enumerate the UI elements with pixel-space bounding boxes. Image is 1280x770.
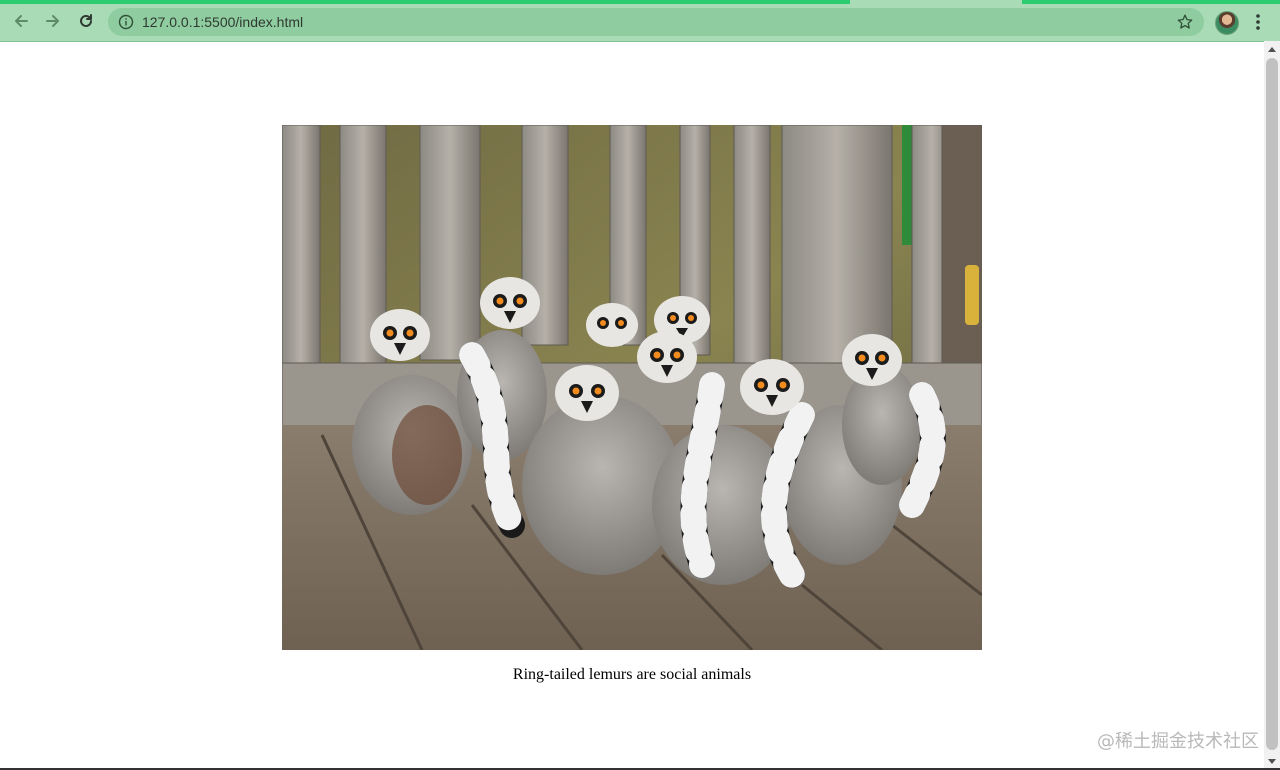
scrollbar-thumb[interactable] — [1266, 58, 1278, 750]
address-bar[interactable]: 127.0.0.1:5500/index.html — [108, 8, 1204, 36]
url-text[interactable]: 127.0.0.1:5500/index.html — [142, 14, 303, 30]
more-vert-icon — [1256, 14, 1260, 30]
profile-avatar[interactable] — [1215, 11, 1239, 35]
lemurs-photo — [282, 125, 982, 650]
reload-icon — [80, 14, 92, 27]
watermark-text: @稀土掘金技术社区 — [1097, 731, 1259, 752]
arrow-left-icon — [15, 15, 28, 27]
arrow-right-icon — [46, 15, 59, 27]
image-caption: Ring-tailed lemurs are social animals — [512, 666, 752, 683]
star-icon[interactable] — [1176, 13, 1194, 31]
scroll-down-arrow-icon[interactable] — [1268, 759, 1276, 764]
browser-menu-button[interactable] — [1250, 11, 1266, 33]
reload-button[interactable] — [75, 10, 97, 32]
scroll-up-arrow-icon[interactable] — [1268, 47, 1276, 52]
loading-bar-secondary — [1022, 0, 1280, 4]
browser-toolbar: 127.0.0.1:5500/index.html — [0, 0, 1280, 42]
vertical-scrollbar[interactable] — [1264, 41, 1280, 770]
info-icon[interactable] — [118, 14, 134, 30]
forward-button[interactable] — [42, 10, 64, 32]
loading-bar — [0, 0, 850, 4]
back-button[interactable] — [10, 10, 32, 32]
